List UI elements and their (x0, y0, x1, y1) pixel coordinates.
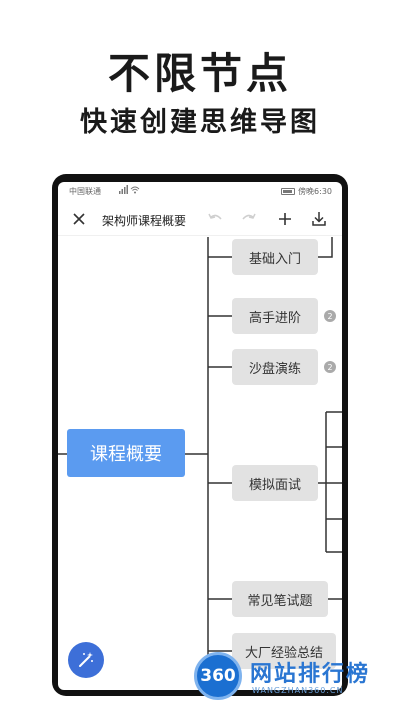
close-icon[interactable] (70, 210, 88, 228)
child-node[interactable]: 常见笔试题 (232, 581, 328, 617)
download-icon[interactable] (310, 210, 328, 228)
battery-icon (281, 188, 296, 195)
watermark-text: 网站排行榜 (250, 662, 371, 687)
undo-icon[interactable] (206, 211, 224, 227)
child-node[interactable]: 沙盘演练 (232, 349, 318, 385)
collapsed-count-badge[interactable]: 2 (324, 361, 336, 373)
promo-title: 不限节点 (107, 49, 292, 98)
watermark-subtext: WANGZHAN360.CN (252, 686, 344, 695)
app-screen: 中国联通 傍晚6:30 架构师课程概要 课程概要 基础入门 高手进阶 2 沙盘演… (58, 182, 342, 690)
watermark-logo: 360 (194, 652, 242, 700)
phone-frame: 中国联通 傍晚6:30 架构师课程概要 课程概要 基础入门 高手进阶 2 沙盘演… (52, 174, 348, 696)
document-title: 架构师课程概要 (102, 214, 187, 228)
root-node[interactable]: 课程概要 (67, 429, 185, 477)
site-watermark: 360 网站排行榜 WANGZHAN360.CN (190, 648, 400, 708)
add-node-icon[interactable] (276, 210, 294, 228)
magic-wand-button[interactable] (68, 642, 104, 678)
child-node[interactable]: 高手进阶 (232, 298, 318, 334)
status-time: 傍晚6:30 (298, 187, 332, 196)
signal-wifi-icon (119, 185, 140, 194)
status-carrier: 中国联通 (69, 187, 101, 196)
promo-subtitle: 快速创建思维导图 (80, 107, 320, 138)
collapsed-count-badge[interactable]: 2 (324, 310, 336, 322)
mindmap-canvas[interactable]: 课程概要 基础入门 高手进阶 2 沙盘演练 2 模拟面试 常见笔试题 大厂经验总… (58, 237, 342, 690)
status-bar: 中国联通 傍晚6:30 (58, 182, 342, 200)
child-node[interactable]: 模拟面试 (232, 465, 318, 501)
child-node[interactable]: 基础入门 (232, 239, 318, 275)
editor-toolbar: 架构师课程概要 (58, 202, 342, 236)
status-right: 傍晚6:30 (281, 186, 332, 197)
magic-wand-icon (79, 652, 93, 667)
redo-icon[interactable] (240, 211, 258, 227)
